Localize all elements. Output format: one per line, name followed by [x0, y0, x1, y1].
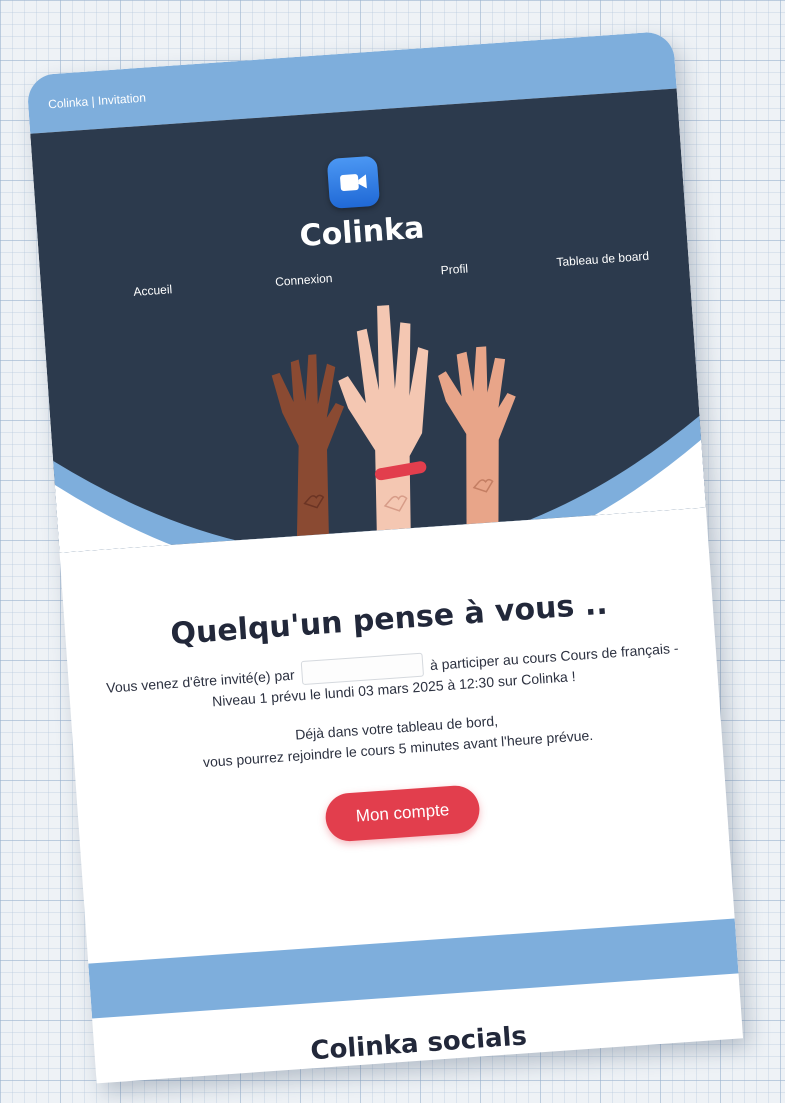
nav-item-profil[interactable]: Profil: [440, 262, 468, 278]
header-hero: Colinka Accueil Connexion Profil Tableau…: [30, 88, 706, 553]
socials-title: Colinka socials: [309, 1021, 528, 1067]
peach-hand: [438, 346, 516, 525]
my-account-button[interactable]: Mon compte: [324, 784, 481, 843]
nav-item-accueil[interactable]: Accueil: [133, 282, 173, 299]
email-mockup: Colinka | Invitation Colinka Accueil Con…: [22, 0, 785, 1103]
light-hand: [338, 305, 429, 531]
email-subject-label: Colinka | Invitation: [47, 90, 147, 112]
video-camera-icon: [326, 155, 381, 209]
main-content: Quelqu'un pense à vous .. Vous venez d'ê…: [61, 529, 727, 860]
footer-band: [88, 918, 739, 1019]
email-card: Colinka | Invitation Colinka Accueil Con…: [26, 30, 744, 1084]
